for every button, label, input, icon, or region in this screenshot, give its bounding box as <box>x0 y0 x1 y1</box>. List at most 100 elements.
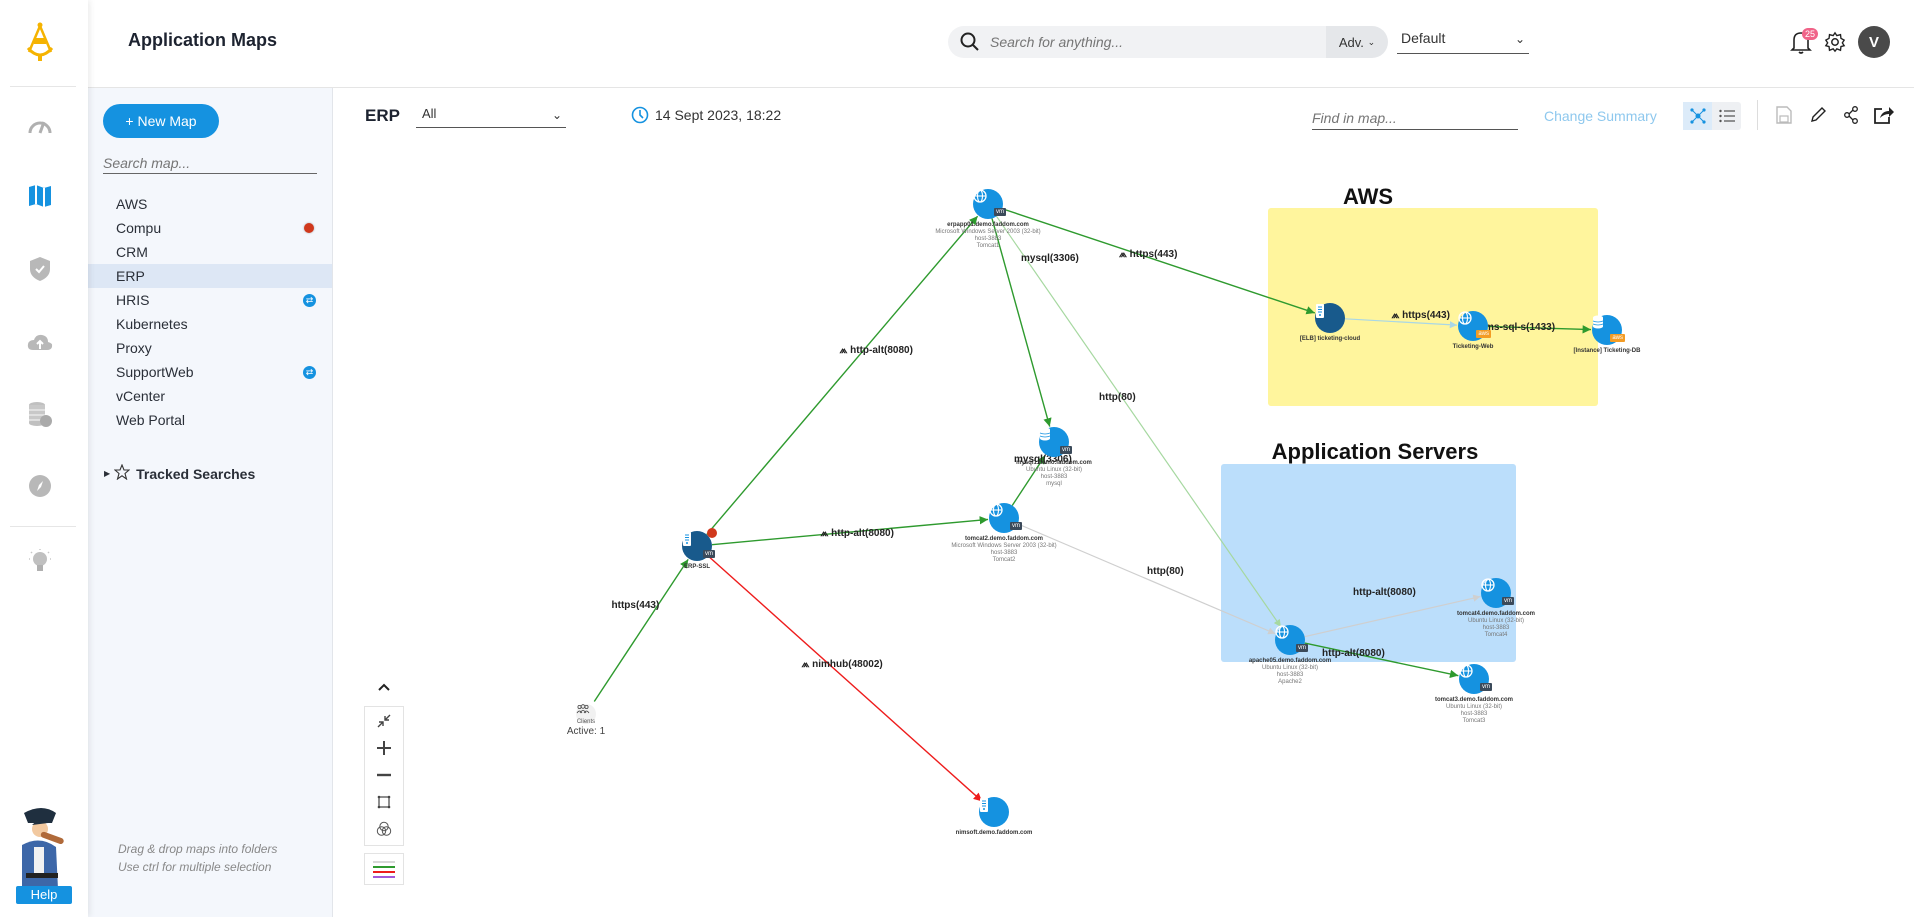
edge-label[interactable]: ⩕ http-alt(8080) <box>821 528 894 539</box>
compass-icon[interactable] <box>26 472 54 500</box>
edge-erpssl-nimsoft[interactable] <box>707 555 983 802</box>
global-search[interactable] <box>948 26 1326 58</box>
filter-value: All <box>422 106 437 121</box>
venn-circles-icon <box>376 821 392 836</box>
edge-label[interactable]: ms-sql-s(1433) <box>1485 322 1555 333</box>
edge-erpapp01-apache05[interactable] <box>996 215 1282 628</box>
node-ticketweb[interactable]: aws <box>1458 311 1491 341</box>
adv-label: Adv. <box>1338 34 1364 50</box>
advanced-search-button[interactable]: Adv. ⌄ <box>1326 26 1388 58</box>
cloud-upload-icon[interactable] <box>26 328 54 356</box>
edge-legend-button[interactable] <box>364 853 404 885</box>
edge-apache05-tomcat4[interactable] <box>1304 594 1481 638</box>
user-avatar[interactable]: V <box>1858 26 1890 58</box>
help-button[interactable]: Help <box>16 886 72 904</box>
save-icon[interactable] <box>1773 104 1795 126</box>
users-group-icon <box>576 704 590 714</box>
settings-gear-icon[interactable] <box>1824 30 1846 54</box>
node-tomcat4[interactable]: vm <box>1481 578 1514 608</box>
map-list: AWS Compu CRM ERP HRIS ⇄ Kubernetes Proxy… <box>88 192 332 432</box>
edge-label[interactable]: ⩕ https(443) <box>1119 249 1177 260</box>
map-item-compu[interactable]: Compu <box>88 216 332 240</box>
graph-view-button[interactable] <box>1683 102 1712 130</box>
search-map-input[interactable] <box>103 152 317 174</box>
node-clients[interactable] <box>576 704 596 724</box>
coins-icon[interactable] <box>26 400 54 428</box>
edge-clients-erpssl[interactable] <box>593 558 689 702</box>
dashboard-icon[interactable] <box>26 112 54 140</box>
list-view-button[interactable] <box>1712 102 1741 130</box>
map-item-hris[interactable]: HRIS ⇄ <box>88 288 332 312</box>
map-item-erp[interactable]: ERP <box>88 264 332 288</box>
map-filter-select[interactable]: All ⌄ <box>416 106 566 128</box>
edge-label[interactable]: ⩕ http-alt(8080) <box>840 345 913 356</box>
edge-label[interactable]: ⩕ nimhub(48002) <box>802 659 883 670</box>
vm-tag: vm <box>1502 597 1514 605</box>
edge-erpapp01-mysql1[interactable] <box>991 218 1052 427</box>
change-summary-link[interactable]: Change Summary <box>1544 108 1657 124</box>
app-root: Help Application Maps Adv. ⌄ Default ⌄ 25… <box>0 0 1914 917</box>
profile-select[interactable]: Default ⌄ <box>1397 30 1529 54</box>
edge-label[interactable]: http-alt(8080) <box>1322 648 1385 659</box>
map-item-vcenter[interactable]: vCenter <box>88 384 332 408</box>
edge-label[interactable]: http-alt(8080) <box>1353 587 1416 598</box>
node-tomcat2[interactable]: vm <box>989 503 1022 533</box>
profile-select-value: Default <box>1401 30 1446 46</box>
node-tomcat3[interactable]: vm <box>1459 664 1492 694</box>
star-icon <box>113 463 131 483</box>
map-item-crm[interactable]: CRM <box>88 240 332 264</box>
edge-label[interactable]: ⩕ https(443) <box>1392 310 1450 321</box>
shield-icon[interactable] <box>26 255 54 283</box>
edge-tomcat2-apache05[interactable] <box>1017 523 1276 635</box>
edge-label[interactable]: mysql(3306) <box>1014 454 1072 465</box>
chevron-down-icon: ⌄ <box>551 108 562 122</box>
edge-label[interactable]: http(80) <box>1099 392 1136 403</box>
notification-count-badge: 25 <box>1802 28 1819 40</box>
edge-label[interactable]: mysql(3306) <box>1021 253 1079 264</box>
zoom-in-button[interactable] <box>365 734 403 761</box>
global-search-input[interactable] <box>990 34 1310 50</box>
node-erpssl[interactable]: vm <box>682 528 717 561</box>
left-rail: Help <box>0 0 88 917</box>
map-item-web-portal[interactable]: Web Portal <box>88 408 332 432</box>
edit-pencil-icon[interactable] <box>1807 104 1829 126</box>
map-canvas[interactable]: AWS Application Servers ⩕ http-alt(8080)… <box>333 144 1914 917</box>
rail-divider <box>10 526 76 527</box>
lightbulb-icon[interactable] <box>26 548 54 576</box>
legend-line <box>373 875 395 878</box>
search-icon <box>960 32 979 51</box>
tracked-searches-toggle[interactable]: ▶ Tracked Searches <box>104 463 255 483</box>
faddom-logo-icon[interactable] <box>24 22 56 62</box>
export-icon[interactable] <box>1873 104 1895 126</box>
node-ticketdb[interactable]: aws <box>1592 315 1625 345</box>
hint-line: Use ctrl for multiple selection <box>118 860 272 874</box>
map-item-label: Compu <box>116 220 162 236</box>
vm-tag: vm <box>1060 446 1072 454</box>
drag-drop-hint: Drag & drop maps into folders Use ctrl f… <box>118 840 277 876</box>
legend-line <box>373 860 395 863</box>
edge-erpssl-erpapp01[interactable] <box>706 215 979 536</box>
node-mysql1[interactable]: vm <box>1039 427 1072 457</box>
edge-label[interactable]: http(80) <box>1147 566 1184 577</box>
map-item-proxy[interactable]: Proxy <box>88 336 332 360</box>
zoom-out-button[interactable] <box>365 761 403 788</box>
map-icon[interactable] <box>26 182 54 210</box>
node-apache05[interactable]: vm <box>1275 625 1308 655</box>
overlap-filter-button[interactable] <box>365 815 403 842</box>
collapse-controls-button[interactable] <box>374 678 394 696</box>
edge-label[interactable]: https(443) <box>612 600 660 611</box>
find-in-map-input[interactable] <box>1312 106 1518 130</box>
share-icon[interactable] <box>1840 104 1862 126</box>
map-item-label: SupportWeb <box>116 364 194 380</box>
select-area-button[interactable] <box>365 788 403 815</box>
fit-to-screen-button[interactable] <box>365 707 403 734</box>
map-item-aws[interactable]: AWS <box>88 192 332 216</box>
node-elb[interactable] <box>1315 303 1345 333</box>
node-erpapp01[interactable]: vm <box>973 189 1006 219</box>
map-item-label: Web Portal <box>116 412 185 428</box>
map-item-supportweb[interactable]: SupportWeb ⇄ <box>88 360 332 384</box>
snapshot-time[interactable]: 14 Sept 2023, 18:22 <box>631 106 781 124</box>
map-item-kubernetes[interactable]: Kubernetes <box>88 312 332 336</box>
node-nimsoft[interactable] <box>979 797 1009 827</box>
new-map-button[interactable]: + New Map <box>103 104 219 138</box>
